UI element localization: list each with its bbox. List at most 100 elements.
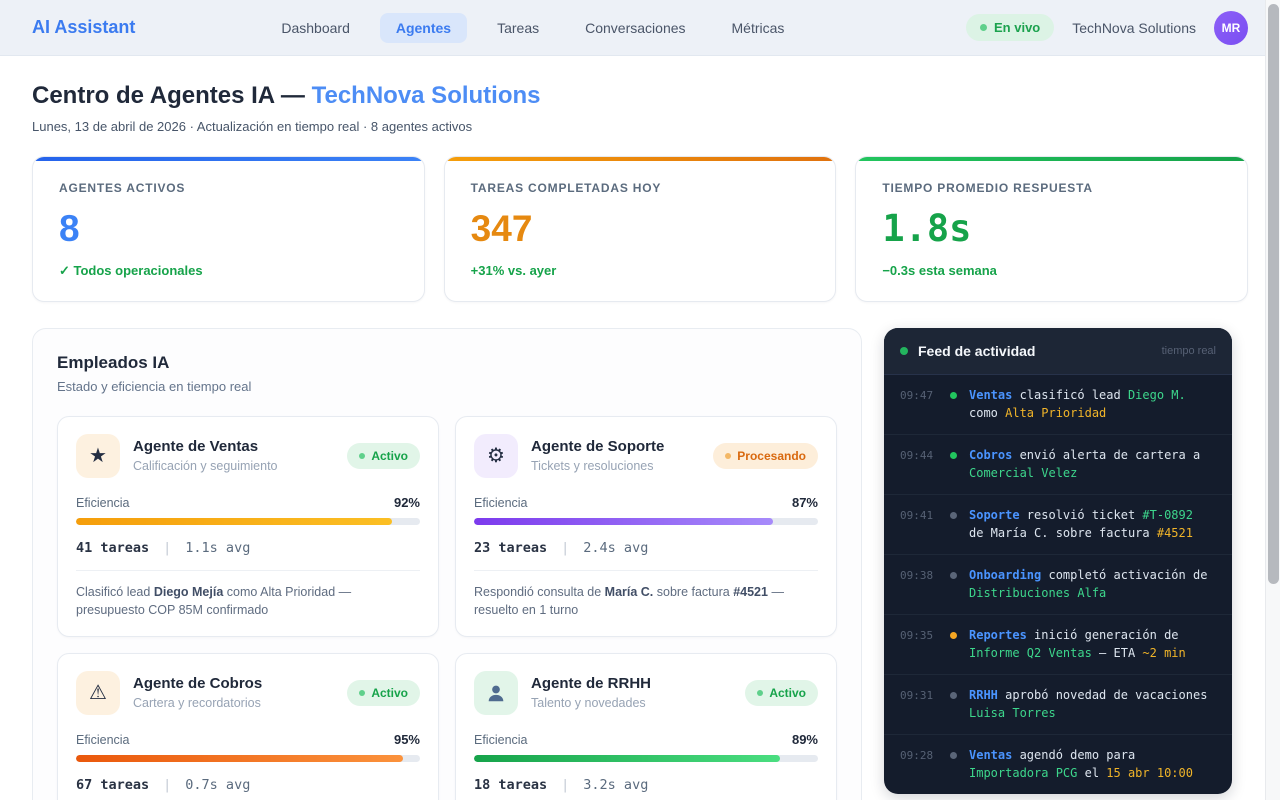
feed-entry-time: 09:28 — [900, 746, 942, 783]
feed-entry-time: 09:38 — [900, 566, 942, 603]
feed-title: Feed de actividad — [918, 343, 1035, 359]
stat-delta: ✓ Todos operacionales — [59, 263, 398, 279]
efficiency-progress-fill — [474, 755, 780, 762]
feed-entry-text: Ventas clasificó lead Diego M. como Alta… — [969, 386, 1209, 423]
efficiency-progressbar — [474, 755, 818, 762]
agent-status-badge: Activo — [347, 680, 420, 706]
user-avatar[interactable]: MR — [1214, 11, 1248, 45]
agent-card[interactable]: ⚙ Agente de Soporte Tickets y resolucion… — [455, 416, 837, 637]
page-scrollbar[interactable] — [1265, 0, 1280, 800]
nav-item-tareas[interactable]: Tareas — [481, 13, 555, 43]
page-title: Centro de Agentes IA — TechNova Solution… — [32, 82, 1248, 110]
efficiency-percent: 89% — [792, 732, 818, 747]
status-label: Activo — [371, 686, 408, 700]
live-dot-icon — [980, 24, 987, 31]
agent-role: Calificación y seguimiento — [133, 459, 278, 473]
agent-status-badge: Activo — [745, 680, 818, 706]
efficiency-label: Eficiencia — [474, 733, 528, 747]
efficiency-progressbar — [76, 755, 420, 762]
stat-card: AGENTES ACTIVOS 8 ✓ Todos operacionales — [32, 156, 425, 302]
page-title-prefix: Centro de Agentes IA — — [32, 82, 312, 109]
feed-entry-dot-icon — [950, 452, 957, 459]
feed-entry-time: 09:35 — [900, 626, 942, 663]
divider — [474, 570, 818, 571]
feed-meta: tiempo real — [1162, 345, 1216, 357]
feed-entry-text: Cobros envió alerta de cartera a Comerci… — [969, 446, 1209, 483]
stat-card: TIEMPO PROMEDIO RESPUESTA 1.8s −0.3s est… — [855, 156, 1248, 302]
status-dot-icon — [757, 690, 763, 696]
feed-entry-text: Soporte resolvió ticket #T-0892 de María… — [969, 506, 1209, 543]
agent-avg-time: 3.2s avg — [583, 777, 648, 793]
agent-card[interactable]: ★ Agente de Ventas Calificación y seguim… — [57, 416, 439, 637]
feed-entry-time: 09:31 — [900, 686, 942, 723]
agent-status-badge: Procesando — [713, 443, 818, 469]
agent-card[interactable]: Agente de RRHH Talento y novedades Activ… — [455, 653, 837, 800]
agent-tasks-count: 23 tareas — [474, 540, 547, 556]
feed-entry-text: Ventas agendó demo para Importadora PCG … — [969, 746, 1209, 783]
nav-right: En vivo TechNova Solutions MR — [966, 11, 1248, 45]
agent-last-action: Respondió consulta de María C. sobre fac… — [474, 583, 818, 619]
feed-entry: 09:38 Onboarding completó activación de … — [884, 555, 1232, 615]
efficiency-progressbar — [76, 518, 420, 525]
warning-icon: ⚠ — [76, 671, 120, 715]
page-title-company: TechNova Solutions — [312, 82, 541, 109]
feed-list[interactable]: 09:47 Ventas clasificó lead Diego M. com… — [884, 375, 1232, 794]
app-logo[interactable]: AI Assistant — [32, 17, 135, 38]
divider — [76, 570, 420, 571]
agent-status-badge: Activo — [347, 443, 420, 469]
stat-delta: −0.3s esta semana — [882, 263, 1221, 278]
agent-role: Talento y novedades — [531, 696, 651, 710]
person-icon — [485, 682, 507, 704]
stat-label: TIEMPO PROMEDIO RESPUESTA — [882, 181, 1221, 195]
agents-panel-title: Empleados IA — [57, 353, 837, 373]
agents-panel-subtitle: Estado y eficiencia en tiempo real — [57, 379, 837, 394]
live-status-label: En vivo — [994, 20, 1040, 35]
efficiency-label: Eficiencia — [76, 496, 130, 510]
content-columns: Empleados IA Estado y eficiencia en tiem… — [32, 328, 1248, 800]
efficiency-progressbar — [474, 518, 818, 525]
feed-entry: 09:41 Soporte resolvió ticket #T-0892 de… — [884, 495, 1232, 555]
agent-role: Tickets y resoluciones — [531, 459, 664, 473]
status-label: Procesando — [737, 449, 806, 463]
stat-value: 8 — [59, 209, 398, 250]
agent-tasks-count: 41 tareas — [76, 540, 149, 556]
agent-tasks-count: 18 tareas — [474, 777, 547, 793]
efficiency-label: Eficiencia — [474, 496, 528, 510]
feed-entry-dot-icon — [950, 512, 957, 519]
status-dot-icon — [725, 453, 731, 459]
agent-avg-time: 0.7s avg — [185, 777, 250, 793]
agents-grid: ★ Agente de Ventas Calificación y seguim… — [57, 416, 837, 800]
feed-entry: 09:35 Reportes inició generación de Info… — [884, 615, 1232, 675]
agent-card[interactable]: ⚠ Agente de Cobros Cartera y recordatori… — [57, 653, 439, 800]
feed-live-dot-icon — [900, 347, 908, 355]
agent-last-action: Clasificó lead Diego Mejía como Alta Pri… — [76, 583, 420, 619]
feed-entry-text: Onboarding completó activación de Distri… — [969, 566, 1209, 603]
efficiency-progress-fill — [474, 518, 773, 525]
feed-entry: 09:47 Ventas clasificó lead Diego M. com… — [884, 375, 1232, 435]
feed-entry: 09:31 RRHH aprobó novedad de vacaciones … — [884, 675, 1232, 735]
feed-entry-text: Reportes inició generación de Informe Q2… — [969, 626, 1209, 663]
stat-label: AGENTES ACTIVOS — [59, 181, 398, 195]
agent-avg-time: 2.4s avg — [583, 540, 648, 556]
nav-item-dashboard[interactable]: Dashboard — [265, 13, 366, 43]
efficiency-percent: 92% — [394, 495, 420, 510]
feed-entry-dot-icon — [950, 572, 957, 579]
feed-entry: 09:44 Cobros envió alerta de cartera a C… — [884, 435, 1232, 495]
scrollbar-thumb[interactable] — [1268, 4, 1279, 584]
feed-entry-dot-icon — [950, 632, 957, 639]
stat-label: TAREAS COMPLETADAS HOY — [471, 181, 810, 195]
nav-item-agentes[interactable]: Agentes — [380, 13, 467, 43]
activity-feed-panel: Feed de actividad tiempo real 09:47 Vent… — [884, 328, 1232, 794]
live-status-badge: En vivo — [966, 14, 1054, 41]
efficiency-percent: 87% — [792, 495, 818, 510]
gear-icon: ⚙ — [474, 434, 518, 478]
efficiency-progress-fill — [76, 755, 403, 762]
nav-item-conversaciones[interactable]: Conversaciones — [569, 13, 701, 43]
feed-entry-time: 09:44 — [900, 446, 942, 483]
status-dot-icon — [359, 690, 365, 696]
main-content: Centro de Agentes IA — TechNova Solution… — [0, 56, 1280, 800]
stat-value: 347 — [471, 209, 810, 250]
stat-delta: +31% vs. ayer — [471, 263, 810, 278]
star-icon: ★ — [76, 434, 120, 478]
nav-item-métricas[interactable]: Métricas — [716, 13, 801, 43]
